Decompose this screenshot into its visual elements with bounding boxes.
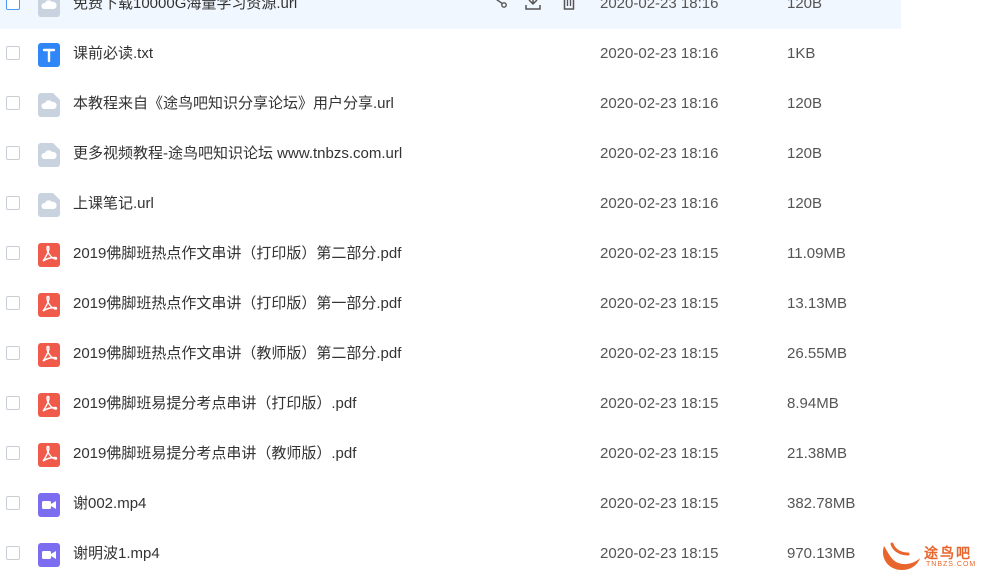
file-date: 2020-02-23 18:16 — [600, 0, 719, 12]
file-row[interactable]: 2019佛脚班易提分考点串讲（教师版）.pdf 2020-02-23 18:15 2… — [0, 429, 986, 479]
file-name[interactable]: 2019佛脚班热点作文串讲（打印版）第二部分.pdf — [73, 244, 401, 264]
video-icon — [38, 493, 60, 517]
file-name[interactable]: 谢002.mp4 — [73, 494, 146, 514]
row-checkbox[interactable] — [6, 46, 20, 60]
row-checkbox[interactable] — [6, 196, 20, 210]
download-icon[interactable] — [522, 0, 544, 13]
file-size: 120B — [787, 95, 823, 112]
file-date: 2020-02-23 18:16 — [600, 45, 719, 62]
file-size: 970.13MB — [787, 545, 856, 562]
file-size: 21.38MB — [787, 445, 848, 462]
file-date: 2020-02-23 18:15 — [600, 245, 719, 262]
file-name[interactable]: 课前必读.txt — [73, 44, 153, 64]
row-checkbox[interactable] — [6, 146, 20, 160]
file-name[interactable]: 2019佛脚班热点作文串讲（教师版）第二部分.pdf — [73, 344, 401, 364]
pdf-icon — [38, 443, 60, 467]
file-row[interactable]: 2019佛脚班易提分考点串讲（打印版）.pdf 2020-02-23 18:15 8… — [0, 379, 986, 429]
bird-logo-icon — [882, 542, 920, 570]
url-icon — [38, 93, 60, 117]
file-size: 120B — [787, 195, 823, 212]
pdf-icon — [38, 243, 60, 267]
file-date: 2020-02-23 18:16 — [600, 195, 719, 212]
file-name[interactable]: 免费下载10000G海量学习资源.url — [73, 0, 297, 14]
row-checkbox[interactable] — [6, 346, 20, 360]
file-size: 8.94MB — [787, 395, 839, 412]
file-row[interactable]: 2019佛脚班热点作文串讲（教师版）第二部分.pdf 2020-02-23 18:… — [0, 329, 986, 379]
watermark-subtext: TNBZS.COM — [926, 561, 977, 568]
watermark-text: 途鸟吧 — [924, 545, 972, 561]
file-name[interactable]: 更多视频教程-途鸟吧知识论坛 www.tnbzs.com.url — [73, 144, 402, 164]
url-icon — [38, 193, 60, 217]
file-name[interactable]: 上课笔记.url — [73, 194, 154, 214]
row-checkbox[interactable] — [6, 96, 20, 110]
row-checkbox[interactable] — [6, 396, 20, 410]
row-checkbox[interactable] — [6, 446, 20, 460]
url-icon — [38, 143, 60, 167]
row-checkbox[interactable] — [6, 546, 20, 560]
file-size: 13.13MB — [787, 295, 848, 312]
file-row[interactable]: 谢002.mp4 2020-02-23 18:15 382.78MB — [0, 479, 986, 529]
file-row[interactable]: 2019佛脚班热点作文串讲（打印版）第一部分.pdf 2020-02-23 18:… — [0, 279, 986, 329]
file-size: 120B — [787, 0, 823, 12]
pdf-icon — [38, 343, 60, 367]
file-size: 26.55MB — [787, 345, 848, 362]
txt-icon — [38, 43, 60, 67]
url-icon — [38, 0, 60, 17]
pdf-icon — [38, 393, 60, 417]
file-name[interactable]: 2019佛脚班易提分考点串讲（教师版）.pdf — [73, 444, 356, 464]
file-size: 1KB — [787, 45, 816, 62]
file-row[interactable]: 免费下载10000G海量学习资源.url 2020-02-23 18:16 120B — [0, 0, 986, 29]
file-date: 2020-02-23 18:15 — [600, 445, 719, 462]
row-checkbox[interactable] — [6, 246, 20, 260]
share-icon[interactable] — [488, 0, 510, 13]
file-name[interactable]: 2019佛脚班易提分考点串讲（打印版）.pdf — [73, 394, 356, 414]
row-checkbox[interactable] — [6, 496, 20, 510]
file-row[interactable]: 更多视频教程-途鸟吧知识论坛 www.tnbzs.com.url 2020-02-… — [0, 129, 986, 179]
file-date: 2020-02-23 18:15 — [600, 295, 719, 312]
file-list: 免费下载10000G海量学习资源.url 2020-02-23 18:16 120B… — [0, 0, 986, 579]
file-date: 2020-02-23 18:15 — [600, 345, 719, 362]
video-icon — [38, 543, 60, 567]
file-row[interactable]: 谢明波1.mp4 2020-02-23 18:15 970.13MB — [0, 529, 986, 579]
file-date: 2020-02-23 18:15 — [600, 395, 719, 412]
file-row[interactable]: 本教程来自《途鸟吧知识分享论坛》用户分享.url 2020-02-23 18:16… — [0, 79, 986, 129]
delete-icon[interactable] — [558, 0, 580, 13]
file-name[interactable]: 2019佛脚班热点作文串讲（打印版）第一部分.pdf — [73, 294, 401, 314]
file-date: 2020-02-23 18:15 — [600, 495, 719, 512]
file-date: 2020-02-23 18:15 — [600, 545, 719, 562]
row-checkbox[interactable] — [6, 0, 20, 10]
pdf-icon — [38, 293, 60, 317]
file-date: 2020-02-23 18:16 — [600, 95, 719, 112]
file-size: 382.78MB — [787, 495, 856, 512]
file-row[interactable]: 2019佛脚班热点作文串讲（打印版）第二部分.pdf 2020-02-23 18:… — [0, 229, 986, 279]
file-date: 2020-02-23 18:16 — [600, 145, 719, 162]
file-name[interactable]: 谢明波1.mp4 — [73, 544, 160, 564]
file-name[interactable]: 本教程来自《途鸟吧知识分享论坛》用户分享.url — [73, 94, 394, 114]
file-row[interactable]: 课前必读.txt 2020-02-23 18:16 1KB — [0, 29, 986, 79]
watermark-logo: 途鸟吧 TNBZS.COM — [878, 540, 982, 574]
file-row[interactable]: 上课笔记.url 2020-02-23 18:16 120B — [0, 179, 986, 229]
file-size: 11.09MB — [787, 245, 846, 262]
row-checkbox[interactable] — [6, 296, 20, 310]
file-size: 120B — [787, 145, 823, 162]
